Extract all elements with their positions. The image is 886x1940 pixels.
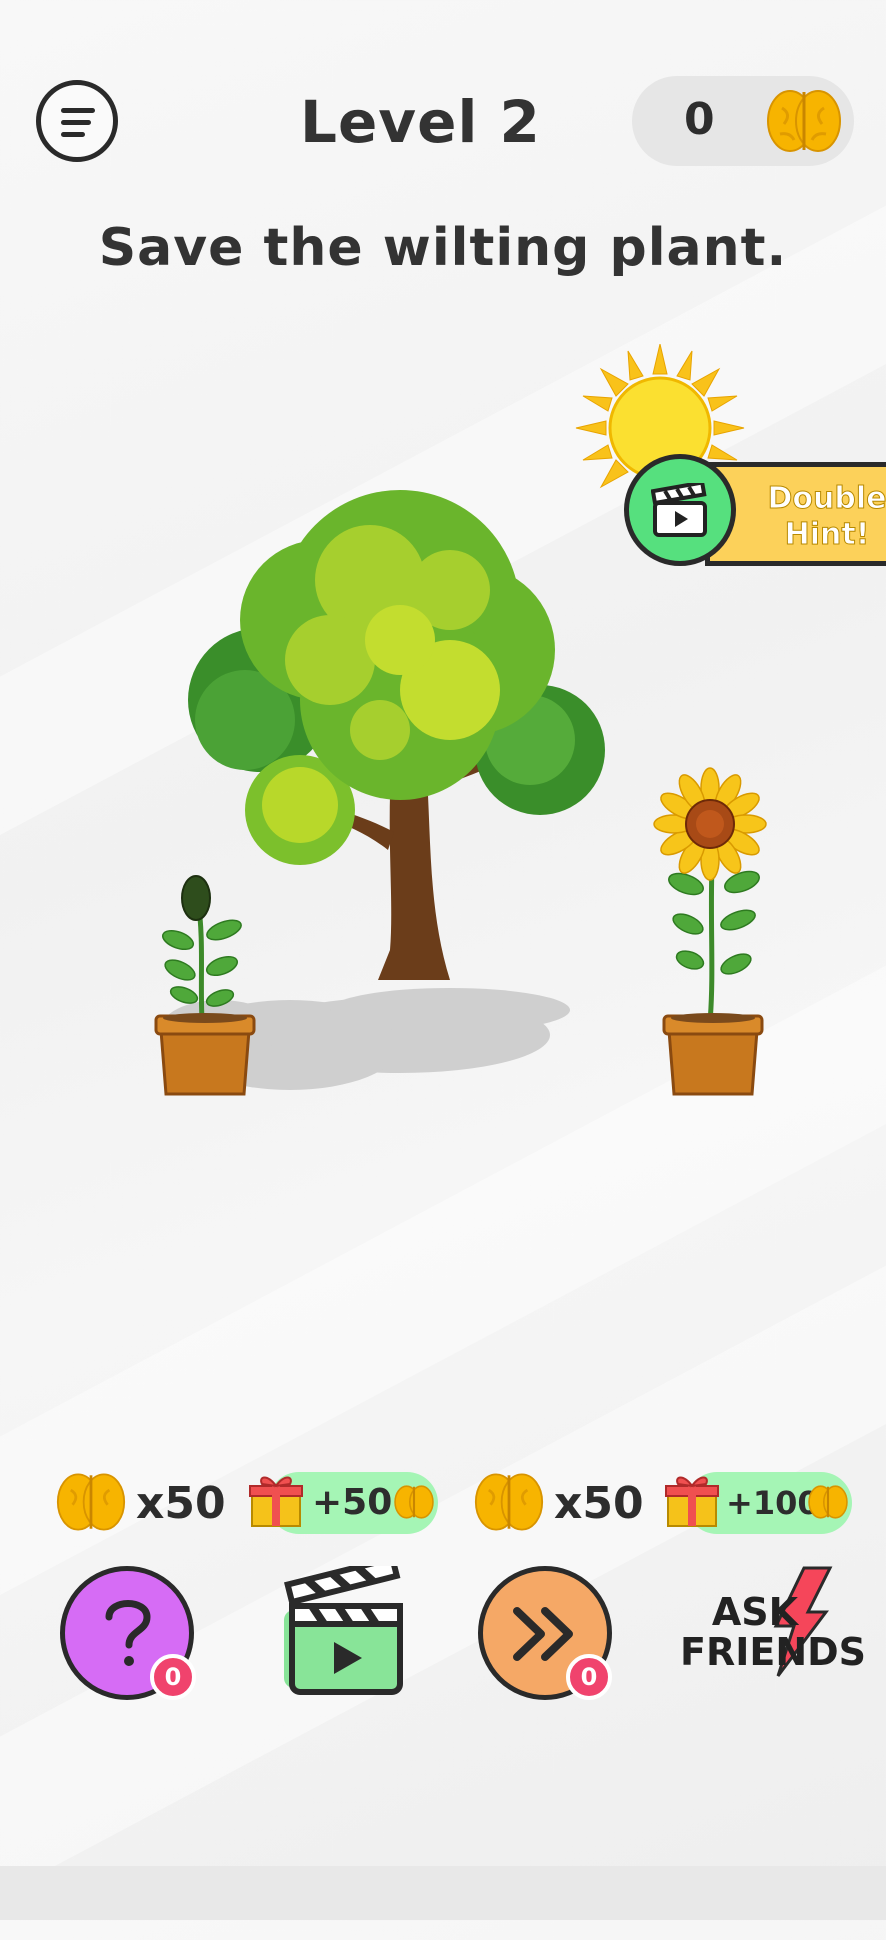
skip-reward-value: +100 bbox=[726, 1484, 820, 1522]
score-value: 0 bbox=[684, 94, 715, 145]
hint-cost: x50 bbox=[136, 1478, 226, 1529]
clapperboard-icon bbox=[282, 1566, 406, 1696]
brain-icon bbox=[56, 1470, 126, 1534]
bottom-bar bbox=[0, 1866, 886, 1920]
wilting-plant[interactable] bbox=[150, 870, 260, 1100]
hint-reward-value: +50 bbox=[312, 1482, 392, 1523]
double-hint-label: Double Hint! bbox=[762, 481, 886, 553]
hamburger-icon bbox=[61, 108, 95, 113]
hint-count-badge: 0 bbox=[150, 1654, 196, 1700]
ask-friends-button[interactable]: ASK FRIENDS bbox=[680, 1566, 850, 1686]
level-title: Level 2 bbox=[300, 88, 541, 156]
question-mark-icon bbox=[101, 1595, 155, 1671]
brain-icon bbox=[474, 1470, 544, 1534]
gift-icon bbox=[248, 1472, 304, 1528]
double-hint-video-circle[interactable] bbox=[624, 454, 736, 566]
brain-score-counter[interactable]: 0 bbox=[632, 76, 854, 166]
ask-label-line2: FRIENDS bbox=[680, 1630, 866, 1674]
double-hint-line2: Hint! bbox=[785, 517, 870, 552]
double-hint-line1: Double bbox=[768, 481, 886, 516]
watch-video-button[interactable] bbox=[282, 1566, 406, 1696]
clapperboard-icon bbox=[651, 483, 711, 539]
puzzle-question: Save the wilting plant. bbox=[0, 218, 886, 278]
fast-forward-icon bbox=[511, 1605, 583, 1663]
hamburger-icon-bar bbox=[61, 120, 91, 125]
gift-icon bbox=[664, 1472, 720, 1528]
ask-friends-label: ASK FRIENDS bbox=[680, 1592, 830, 1672]
menu-button[interactable] bbox=[36, 80, 118, 162]
ask-label-line1: ASK bbox=[712, 1590, 798, 1634]
skip-cost: x50 bbox=[554, 1478, 644, 1529]
sunflower-plant[interactable] bbox=[648, 764, 778, 1100]
skip-count-badge: 0 bbox=[566, 1654, 612, 1700]
brain-icon bbox=[808, 1482, 848, 1522]
hamburger-icon-bar bbox=[61, 132, 85, 137]
brain-icon bbox=[394, 1482, 434, 1522]
brain-icon bbox=[766, 88, 842, 154]
